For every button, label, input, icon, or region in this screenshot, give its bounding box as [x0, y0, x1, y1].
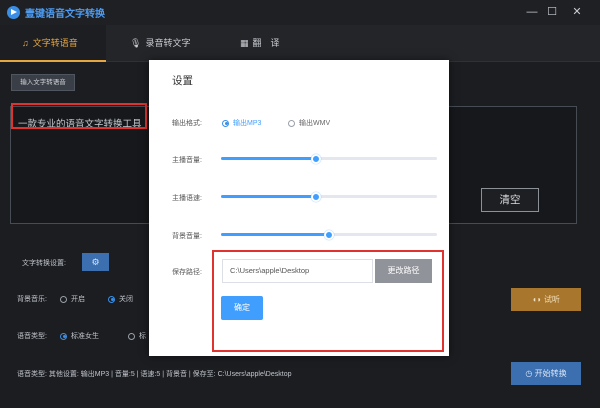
input-text-button[interactable]: 输入文字转语音 — [11, 74, 75, 91]
confirm-button[interactable]: 确定 — [221, 296, 263, 320]
maximize-icon[interactable]: ☐ — [545, 5, 559, 19]
tab-bar: ♫ 文字转语音 🎙 录音转文字 ▦ 翻 译 — [0, 25, 600, 62]
slider-fill — [221, 195, 317, 198]
option-label: 输出MP3 — [233, 120, 262, 127]
voice-type-option-1[interactable]: 标准女生 — [60, 331, 99, 341]
text-to-speech-icon: ♫ — [22, 38, 29, 48]
button-label: 试听 — [543, 295, 560, 304]
bg-volume-label: 背景音量: — [172, 233, 202, 240]
dialog-title: 设置 — [172, 75, 193, 87]
volume-label: 主播音量: — [172, 157, 202, 164]
app-title: 壹键语音文字转换 — [25, 9, 105, 20]
output-format-label: 输出格式: — [172, 120, 202, 127]
save-path-label: 保存路径: — [172, 269, 202, 276]
settings-button[interactable]: ⚙ — [82, 253, 109, 271]
settings-summary: 语音类型: 其他设置: 输出MP3 | 音量:5 | 语速:5 | 背景音 | … — [17, 371, 292, 378]
bg-music-label: 背景音乐: — [17, 296, 47, 303]
settings-label: 文字转换设置: — [22, 260, 66, 267]
slider-handle[interactable] — [324, 229, 334, 240]
output-mp3-option[interactable]: 输出MP3 — [222, 118, 261, 128]
speed-label: 主播语速: — [172, 195, 202, 202]
slider-handle[interactable] — [311, 191, 322, 202]
headphone-icon: ◖◗ — [532, 295, 544, 304]
slider-handle[interactable] — [311, 153, 322, 164]
option-label: 输出WMV — [299, 120, 331, 127]
tab-label: 文字转语音 — [32, 38, 78, 48]
clear-button[interactable]: 清空 — [481, 188, 539, 212]
title-bar: 壹键语音文字转换 — ☐ ✕ — [0, 0, 600, 25]
tab-label: 翻 译 — [252, 38, 280, 48]
app-logo-icon — [7, 6, 20, 19]
button-label: 开始转换 — [534, 369, 567, 378]
close-icon[interactable]: ✕ — [570, 5, 584, 19]
tab-label: 录音转文字 — [145, 38, 191, 48]
bg-music-on-option[interactable]: 开启 — [60, 294, 85, 304]
slider-fill — [221, 233, 329, 236]
radio-selected-icon — [60, 332, 67, 340]
slider-fill — [221, 157, 317, 160]
option-label: 关闭 — [119, 296, 133, 303]
option-label: 标 — [139, 333, 146, 340]
output-wmv-option[interactable]: 输出WMV — [288, 118, 330, 128]
radio-icon — [288, 119, 295, 127]
minimize-icon[interactable]: — — [525, 5, 539, 19]
listen-button[interactable]: ◖◗ 试听 — [511, 288, 581, 311]
highlight-box-text — [11, 103, 147, 129]
tab-translate[interactable]: ▦ 翻 译 — [240, 25, 320, 62]
radio-icon — [60, 295, 67, 303]
radio-icon — [128, 332, 135, 340]
tab-speech-to-text[interactable]: 🎙 录音转文字 — [130, 25, 220, 62]
start-convert-button[interactable]: ◷ 开始转换 — [511, 362, 581, 385]
radio-selected-icon — [222, 119, 229, 127]
microphone-icon: 🎙 — [130, 38, 142, 48]
bg-volume-slider[interactable] — [221, 229, 437, 240]
tab-text-to-speech[interactable]: ♫ 文字转语音 — [0, 25, 106, 62]
bg-music-off-option[interactable]: 关闭 — [108, 294, 133, 304]
voice-type-option-2[interactable]: 标 — [128, 331, 146, 341]
translate-icon: ▦ — [240, 38, 249, 48]
voice-type-label: 语音类型: — [17, 333, 47, 340]
option-label: 开启 — [71, 296, 85, 303]
radio-selected-icon — [108, 295, 115, 303]
volume-slider[interactable] — [221, 153, 437, 164]
speed-slider[interactable] — [221, 191, 437, 202]
option-label: 标准女生 — [71, 333, 99, 340]
play-icon: ◷ — [525, 369, 535, 378]
